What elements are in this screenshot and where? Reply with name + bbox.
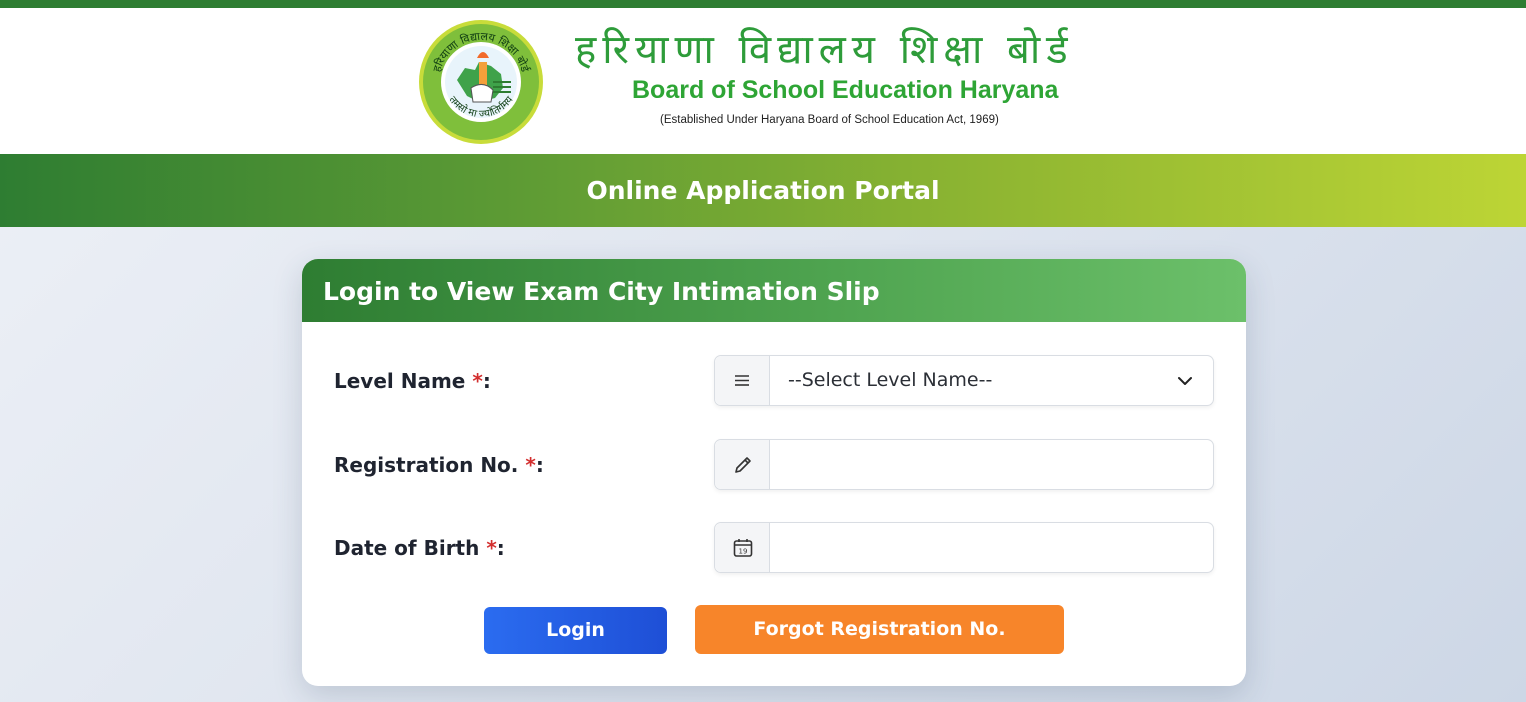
calendar-day-text: 19 — [739, 548, 748, 556]
level-name-label-text: Level Name — [334, 369, 466, 393]
board-seal-icon: हरियाणा विद्यालय शिक्षा बोर्ड तमसो मा ज्… — [419, 20, 543, 144]
label-colon: : — [535, 453, 544, 477]
portal-banner: Online Application Portal — [0, 154, 1526, 227]
dob-input[interactable] — [771, 523, 1213, 572]
registration-input[interactable] — [771, 440, 1213, 489]
site-header: हरियाणा विद्यालय शिक्षा बोर्ड तमसो मा ज्… — [0, 8, 1526, 154]
registration-label-text: Registration No. — [334, 453, 519, 477]
registration-field-group — [714, 439, 1214, 490]
required-mark: * — [486, 536, 497, 560]
registration-addon — [715, 440, 770, 489]
pencil-icon — [735, 457, 751, 473]
level-name-selected: --Select Level Name-- — [788, 369, 993, 391]
chevron-down-icon — [1178, 377, 1192, 385]
top-strip — [0, 0, 1526, 8]
dob-label: Date of Birth *: — [334, 533, 714, 563]
card-header: Login to View Exam City Intimation Slip — [302, 259, 1246, 322]
english-title: Board of School Education Haryana — [632, 76, 1059, 104]
login-button[interactable]: Login — [484, 607, 667, 654]
label-colon: : — [496, 536, 505, 560]
level-name-label: Level Name *: — [334, 366, 714, 396]
dob-label-text: Date of Birth — [334, 536, 480, 560]
required-mark: * — [472, 369, 483, 393]
level-name-select[interactable]: --Select Level Name-- — [714, 355, 1214, 406]
forgot-registration-button[interactable]: Forgot Registration No. — [695, 605, 1064, 654]
established-note: (Established Under Haryana Board of Scho… — [660, 114, 999, 126]
list-icon — [735, 375, 749, 386]
required-mark: * — [525, 453, 536, 477]
registration-label: Registration No. *: — [334, 450, 714, 480]
card-title: Login to View Exam City Intimation Slip — [323, 277, 880, 306]
label-colon: : — [482, 369, 491, 393]
calendar-icon: 19 — [733, 539, 753, 557]
banner-title: Online Application Portal — [586, 176, 940, 205]
hindi-title: हरियाणा विद्यालय शिक्षा बोर्ड — [575, 27, 1074, 73]
level-addon — [715, 356, 770, 405]
dob-field-group: 19 — [714, 522, 1214, 573]
login-card: Login to View Exam City Intimation Slip … — [302, 259, 1246, 686]
dob-addon: 19 — [715, 523, 770, 572]
